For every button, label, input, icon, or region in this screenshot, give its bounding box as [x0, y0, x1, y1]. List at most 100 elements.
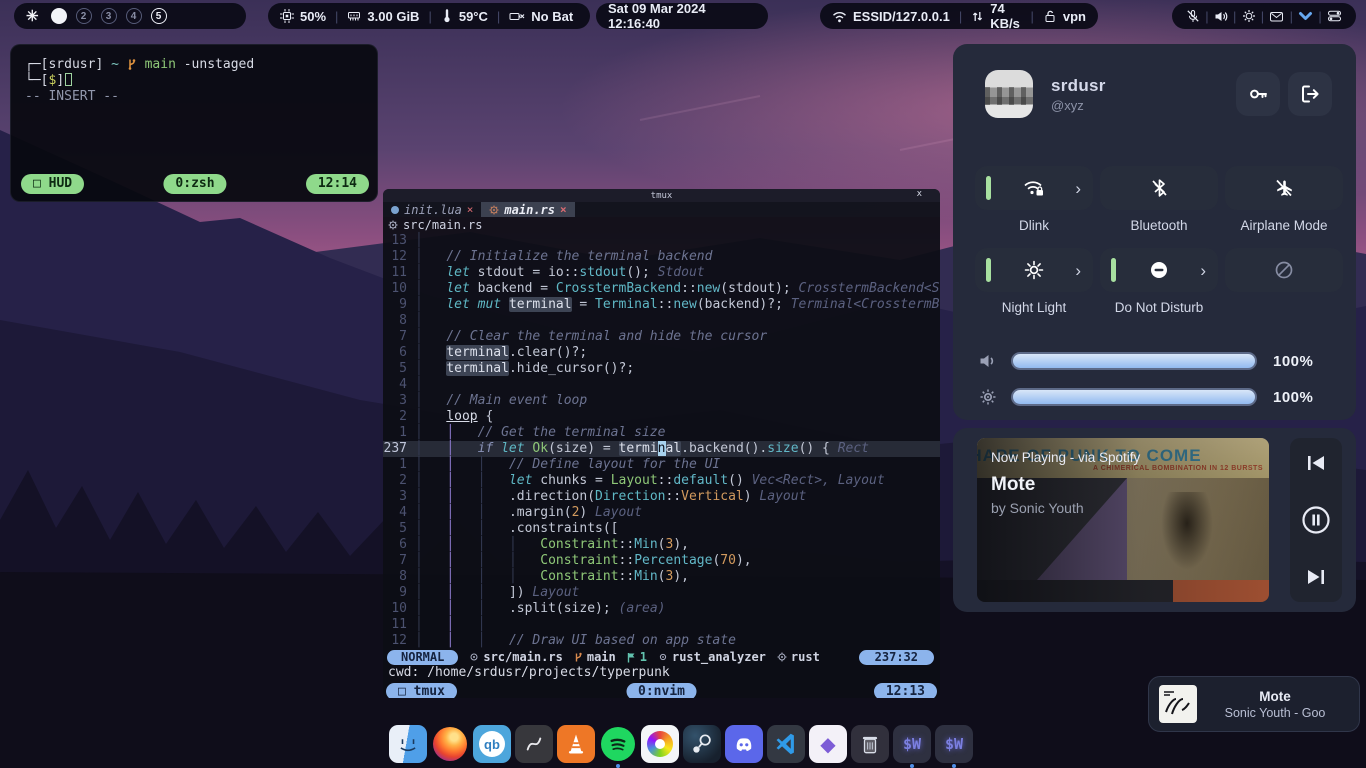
sw-app-icon[interactable]: $W	[893, 725, 931, 763]
active-indicator	[1111, 258, 1116, 282]
swirl-app-icon[interactable]	[515, 725, 553, 763]
toggle-night-light[interactable]: ›	[975, 248, 1093, 292]
window-close-button[interactable]: x	[917, 189, 922, 199]
tmux-session-pill[interactable]: □ HUD	[21, 174, 84, 194]
toggle-label: Airplane Mode	[1240, 218, 1327, 234]
divider: |	[497, 9, 500, 24]
next-track-button[interactable]	[1305, 568, 1327, 586]
code-line: 9│ let mut terminal = Terminal::new(back…	[383, 297, 940, 313]
code-area[interactable]: 13│12│ // Initialize the terminal backen…	[383, 233, 940, 649]
tab-main-rs[interactable]: main.rs ×	[481, 202, 574, 217]
track-artist: by Sonic Youth	[991, 500, 1084, 516]
chevron-down-icon[interactable]	[1298, 10, 1313, 22]
workspace-2-button[interactable]: 2	[76, 8, 92, 24]
running-indicator	[616, 764, 620, 768]
chevron-right-icon[interactable]: ›	[1200, 262, 1206, 279]
terminal-cursor	[65, 73, 72, 86]
logout-button[interactable]	[1288, 72, 1332, 116]
steam-icon[interactable]	[683, 725, 721, 763]
workspace-1-button[interactable]: 1	[51, 8, 67, 24]
notification-title: Mote	[1197, 689, 1353, 704]
media-notification[interactable]: Mote Sonic Youth - Goo	[1148, 676, 1360, 732]
workspace-3-button[interactable]: 3	[101, 8, 117, 24]
spotify-icon[interactable]	[599, 725, 637, 763]
toggle-do-not-disturb[interactable]: ›	[1100, 248, 1218, 292]
window-title: tmux	[651, 191, 673, 201]
distro-logo-icon: ✳	[26, 7, 39, 25]
speaker-icon[interactable]	[1214, 10, 1228, 23]
cursor-position-pill: 237:32	[859, 650, 934, 665]
chevron-right-icon[interactable]: ›	[1075, 262, 1081, 279]
editor-tabline: init.lua × main.rs ×	[383, 202, 940, 217]
sliders-section: 100% 100%	[979, 334, 1331, 406]
toggle-slash-circle[interactable]	[1225, 248, 1343, 292]
dock: qb ◆ $W$W	[389, 725, 973, 763]
tmux-window-pill[interactable]: 0:nvim	[626, 683, 697, 699]
workspace-5-button[interactable]: 5	[151, 8, 167, 24]
tab-close-icon[interactable]: ×	[560, 203, 567, 216]
divider: |	[1205, 9, 1208, 24]
running-indicator	[952, 764, 956, 768]
wifi-lock-icon	[1023, 179, 1045, 197]
code-line: 8│ │ │ │ Constraint::Min(3),	[383, 569, 940, 585]
clock-island[interactable]: Sat 09 Mar 2024 12:16:40	[596, 3, 768, 29]
user-row: srdusr @xyz	[953, 44, 1356, 118]
divider: |	[1233, 9, 1236, 24]
workspace-4-button[interactable]: 4	[126, 8, 142, 24]
toggle-bluetooth[interactable]	[1100, 166, 1218, 210]
workspace-switcher: 12345	[51, 8, 167, 24]
vlc-icon[interactable]	[557, 725, 595, 763]
editor-tmux-bar: □ tmux 0:nvim 12:13	[386, 682, 937, 698]
network-speed: 74 KB/s	[990, 1, 1021, 31]
toggle-dlink[interactable]: ›	[975, 166, 1093, 210]
file-manager-icon[interactable]	[389, 725, 427, 763]
tmux-window-pill[interactable]: 0:zsh	[163, 174, 226, 194]
cwd-line: cwd: /home/srdusr/projects/typerpunk	[383, 665, 940, 681]
album-art: SHAPE OF PUNK TO COME A CHIMERICAL BOMBI…	[977, 438, 1269, 602]
code-line: 2│ loop {	[383, 409, 940, 425]
previous-track-button[interactable]	[1305, 454, 1327, 472]
microphone-muted-icon[interactable]	[1186, 9, 1200, 23]
code-line: 5│ terminal.hide_cursor()?;	[383, 361, 940, 377]
avatar	[985, 70, 1033, 118]
trash-icon[interactable]	[851, 725, 889, 763]
obsidian-icon[interactable]: ◆	[809, 725, 847, 763]
volume-slider-row: 100%	[979, 352, 1331, 370]
terminal-tmux-bar: □ HUD 0:zsh 12:14	[21, 174, 369, 194]
battery-missing-icon	[509, 10, 525, 23]
terminal-window[interactable]: ┌─[srdusr] ~ main -unstaged └─[$] -- INS…	[10, 44, 378, 202]
prompt-git-state: -unstaged	[184, 57, 254, 72]
sw-app-2-icon[interactable]: $W	[935, 725, 973, 763]
qbittorrent-icon[interactable]: qb	[473, 725, 511, 763]
vscode-icon[interactable]	[767, 725, 805, 763]
code-line: 4│ │ │ .margin(2) Layout	[383, 505, 940, 521]
toggle-airplane-mode[interactable]	[1225, 166, 1343, 210]
memory-icon	[347, 9, 361, 23]
volume-slider[interactable]	[1011, 352, 1257, 370]
tmux-session-pill[interactable]: □ tmux	[386, 683, 457, 699]
chevron-right-icon[interactable]: ›	[1075, 180, 1081, 197]
firefox-icon[interactable]	[431, 725, 469, 763]
network-island[interactable]: ESSID/127.0.0.1 | 74 KB/s | vpn	[820, 3, 1098, 29]
discord-icon[interactable]	[725, 725, 763, 763]
editor-window[interactable]: tmux x init.lua × main.rs × src/main.rs …	[383, 189, 940, 698]
password-key-button[interactable]	[1236, 72, 1280, 116]
divider: |	[1030, 9, 1033, 24]
code-line: 12│ // Initialize the terminal backend	[383, 249, 940, 265]
cpu-icon	[280, 9, 294, 23]
brightness-slider-row: 100%	[979, 388, 1331, 406]
code-line: 13│	[383, 233, 940, 249]
prompt-line-1: ┌─[srdusr] ~ main -unstaged	[11, 45, 377, 73]
code-line: 6│ │ │ │ Constraint::Min(3),	[383, 537, 940, 553]
toggles-icon[interactable]	[1327, 9, 1342, 23]
mail-icon[interactable]	[1269, 10, 1284, 23]
datetime: Sat 09 Mar 2024 12:16:40	[608, 1, 756, 31]
pause-button[interactable]	[1301, 505, 1331, 535]
settings-gear-icon[interactable]	[1242, 9, 1256, 23]
tab-close-icon[interactable]: ×	[467, 203, 474, 216]
desktop: ✳ 12345 50% | 3.00 GiB | 59°C | No Bat S…	[0, 0, 1366, 768]
brightness-slider[interactable]	[1011, 388, 1257, 406]
divider: |	[1261, 9, 1264, 24]
tab-init-lua[interactable]: init.lua ×	[383, 202, 481, 217]
photos-icon[interactable]	[641, 725, 679, 763]
